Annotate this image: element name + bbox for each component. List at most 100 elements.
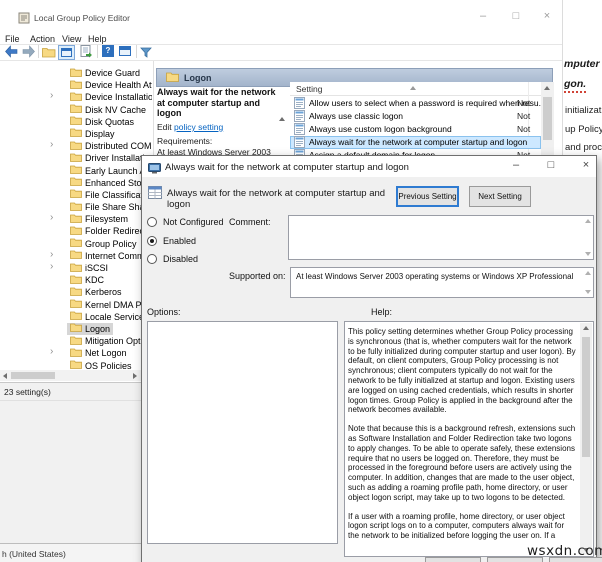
tree-item-kerberos[interactable]: Kerberos — [0, 286, 152, 298]
setting-row[interactable]: Always wait for the network at computer … — [290, 136, 541, 149]
scroll-up-arrow-icon[interactable] — [585, 271, 591, 275]
status-text: 23 setting(s) — [4, 387, 51, 397]
setting-row[interactable]: Allow users to select when a password is… — [290, 97, 541, 110]
radio-label: Not Configured — [163, 217, 224, 227]
tree-item-disk-quotas[interactable]: Disk Quotas — [0, 116, 152, 128]
tree-item-iscsi[interactable]: ›iSCSI — [0, 262, 152, 274]
toolbar-console-tree-button[interactable] — [58, 45, 75, 60]
previous-setting-button[interactable]: Previous Setting — [396, 186, 459, 207]
menu-help[interactable]: Help — [88, 34, 107, 44]
scroll-right-arrow-icon[interactable] — [133, 373, 137, 379]
setting-row-state: Not — [517, 111, 530, 121]
comment-textarea[interactable] — [288, 215, 594, 260]
tree-item-device-guard[interactable]: Device Guard — [0, 67, 152, 79]
dialog-minimize-button[interactable]: – — [508, 159, 524, 171]
tree-item-label: Display — [85, 128, 115, 140]
help-label: Help: — [371, 307, 392, 317]
expand-arrow-icon[interactable]: › — [50, 139, 53, 151]
radio-icon — [147, 217, 157, 227]
menu-view[interactable]: View — [62, 34, 81, 44]
tree-item-device-installation[interactable]: ›Device Installation — [0, 91, 152, 103]
tree-item-kdc[interactable]: KDC — [0, 274, 152, 286]
tree-item-early-launch-antim[interactable]: Early Launch Antim — [0, 165, 152, 177]
scroll-left-arrow-icon[interactable] — [3, 373, 7, 379]
list-scrollbar-thumb[interactable] — [543, 97, 552, 140]
help-scrollbar-thumb[interactable] — [582, 337, 590, 457]
scroll-up-arrow-icon[interactable] — [585, 219, 591, 223]
expand-arrow-icon[interactable]: › — [50, 346, 53, 358]
tree-item-filesystem[interactable]: ›Filesystem — [0, 213, 152, 225]
radio-not-configured[interactable]: Not Configured — [147, 217, 224, 227]
folder-up-icon — [42, 46, 56, 58]
help-text: This policy setting determines whether G… — [348, 327, 576, 550]
dialog-titlebar: Always wait for the network at computer … — [142, 156, 596, 177]
dialog-maximize-button[interactable]: □ — [543, 159, 559, 171]
tree-item-folder-redirection[interactable]: Folder Redirection — [0, 225, 152, 237]
menu-file[interactable]: File — [5, 34, 20, 44]
tree-item-net-logon[interactable]: › Net Logon — [0, 347, 152, 359]
help-paragraph: This policy setting determines whether G… — [348, 327, 576, 415]
requirements-label: Requirements: — [157, 136, 212, 146]
toolbar-help-button[interactable]: ? — [102, 45, 114, 57]
tree-item-os-policies[interactable]: OS Policies — [0, 360, 152, 371]
tree-item-internet-communic[interactable]: ›Internet Communic — [0, 250, 152, 262]
tree-item-label: Kerberos — [85, 286, 122, 298]
tree-item-logon[interactable]: Logon — [0, 323, 152, 335]
settings-list: Setting Allow users to select when a pas… — [290, 82, 541, 155]
policy-setting-icon — [294, 97, 305, 111]
setting-column-header[interactable]: Setting — [290, 82, 541, 96]
menu-action[interactable]: Action — [30, 34, 55, 44]
scroll-down-arrow-icon[interactable] — [585, 252, 591, 256]
description-scroll-up-icon[interactable] — [279, 117, 285, 121]
policy-tree: Device GuardDevice Health Attes›Device I… — [0, 61, 152, 370]
maximize-button[interactable]: □ — [507, 10, 525, 22]
back-arrow-icon — [4, 45, 19, 58]
expand-arrow-icon[interactable]: › — [50, 261, 53, 273]
tree-item-file-share-shadow-c[interactable]: File Share Shadow C — [0, 201, 152, 213]
tree-item-file-classification-in[interactable]: File Classification In — [0, 189, 152, 201]
radio-label: Enabled — [163, 236, 196, 246]
tree-item-mitigation-options[interactable]: Mitigation Options — [0, 335, 152, 347]
setting-row[interactable]: Always use classic logonNot — [290, 110, 541, 123]
edit-policy-setting: Edit policy setting — [157, 122, 223, 132]
policy-setting-dialog: Always wait for the network at computer … — [141, 155, 597, 562]
tree-item-label: Disk NV Cache — [85, 104, 146, 116]
expand-arrow-icon[interactable]: › — [50, 249, 53, 261]
tree-item-enhanced-storage-a[interactable]: Enhanced Storage A — [0, 177, 152, 189]
expand-arrow-icon[interactable]: › — [50, 212, 53, 224]
next-setting-button[interactable]: Next Setting — [469, 186, 531, 207]
close-button[interactable]: × — [538, 10, 556, 22]
tree-item-kernel-dma-protec[interactable]: Kernel DMA Protec — [0, 299, 152, 311]
screenshot-canvas: mputer s gon. initializat up Policy and … — [0, 0, 602, 562]
caption-text: h (United States) — [2, 549, 66, 559]
help-scrollbar[interactable] — [580, 323, 592, 555]
pane-header-label: Logon — [184, 73, 212, 83]
tree-item-label: Net Logon — [85, 347, 127, 359]
tree-item-distributed-com[interactable]: ›Distributed COM — [0, 140, 152, 152]
dialog-title: Always wait for the network at computer … — [165, 162, 409, 173]
tree-item-driver-installation[interactable]: Driver Installation — [0, 152, 152, 164]
expand-arrow-icon[interactable]: › — [50, 90, 53, 102]
tree-scrollbar-thumb[interactable] — [11, 372, 55, 379]
scroll-up-arrow-icon[interactable] — [583, 326, 589, 330]
scroll-down-arrow-icon[interactable] — [585, 290, 591, 294]
tree-item-group-policy[interactable]: Group Policy — [0, 238, 152, 250]
tree-item-locale-services[interactable]: Locale Services — [0, 311, 152, 323]
dialog-close-button[interactable]: × — [578, 159, 594, 171]
supported-on-box[interactable]: At least Windows Server 2003 operating s… — [290, 267, 594, 298]
policy-setting-link[interactable]: policy setting — [174, 122, 223, 132]
tree-item-device-health-attes[interactable]: Device Health Attes — [0, 79, 152, 91]
tree-item-display[interactable]: Display — [0, 128, 152, 140]
toolbar-window-button[interactable] — [119, 46, 131, 56]
scroll-up-arrow-icon[interactable] — [544, 86, 550, 90]
setting-row-state: Not — [517, 98, 530, 108]
tree-item-disk-nv-cache[interactable]: Disk NV Cache — [0, 104, 152, 116]
selected-setting-title: Always wait for the network at computer … — [157, 87, 285, 119]
radio-disabled[interactable]: Disabled — [147, 254, 198, 264]
radio-label: Disabled — [163, 254, 198, 264]
ok-button[interactable] — [425, 557, 481, 562]
radio-enabled[interactable]: Enabled — [147, 236, 196, 246]
setting-row[interactable]: Always use custom logon backgroundNot — [290, 123, 541, 136]
tree-item-label: Device Guard — [85, 67, 140, 79]
minimize-button[interactable]: – — [474, 10, 492, 22]
